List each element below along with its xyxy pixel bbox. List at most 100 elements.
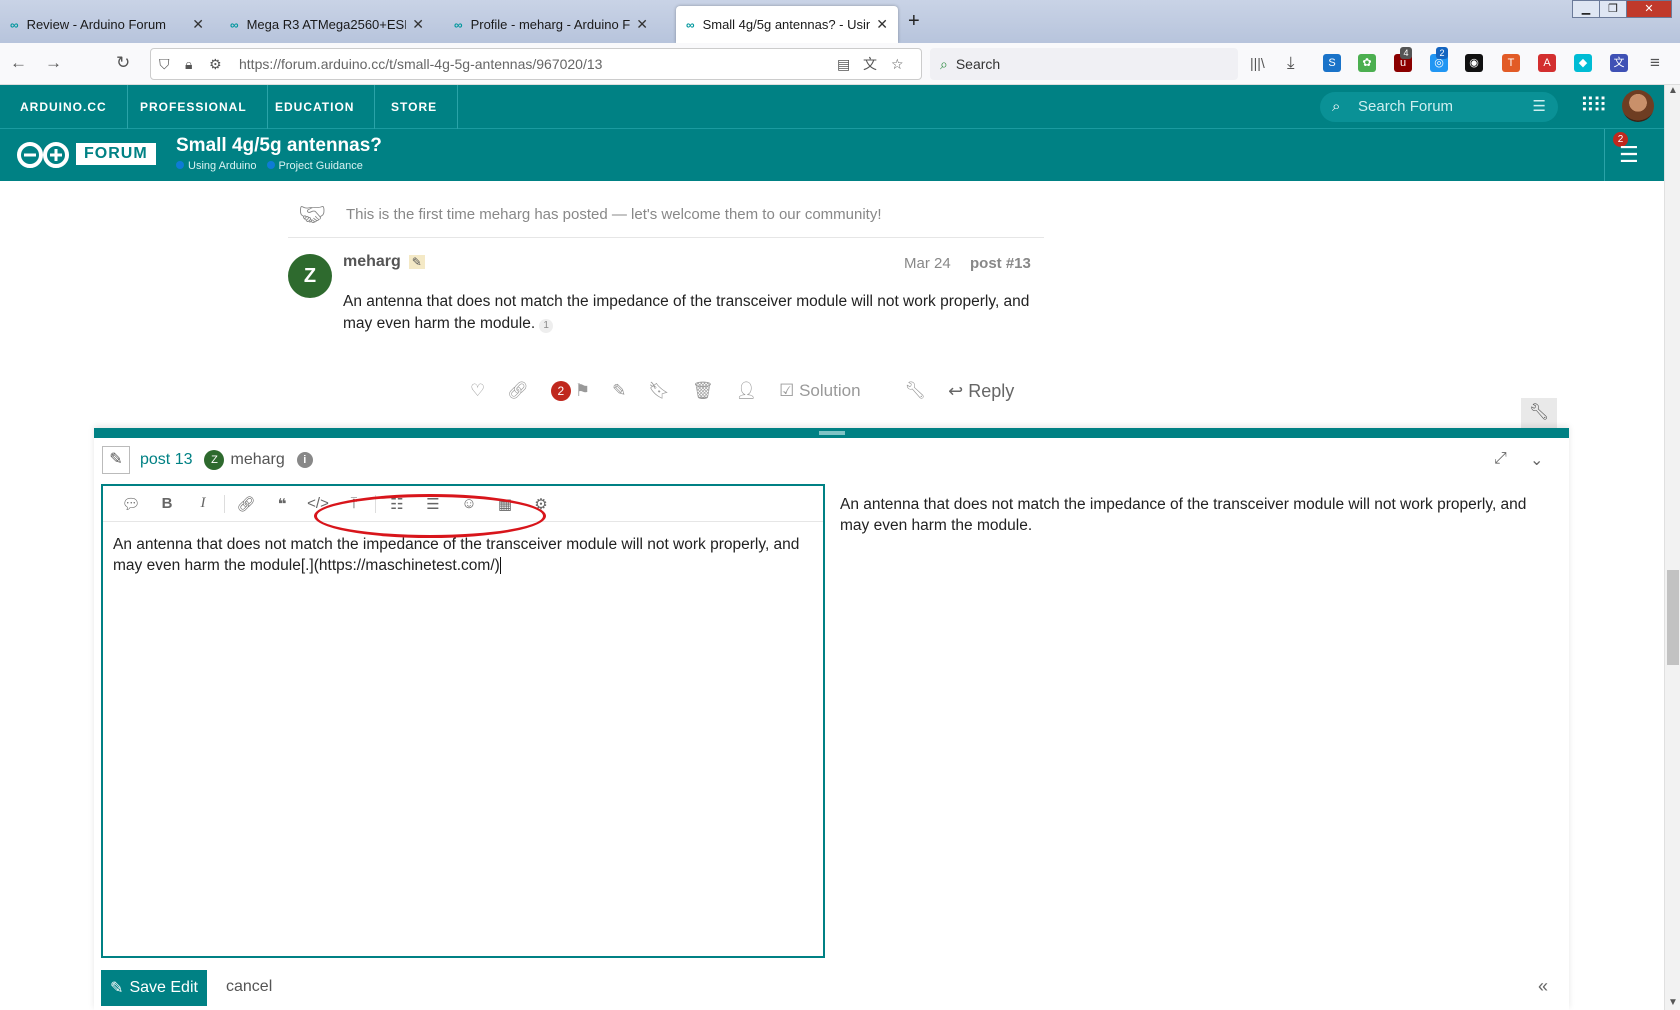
composer-username[interactable]: meharg	[230, 451, 284, 469]
arduino-top-bar: ARDUINO.CC PROFESSIONAL EDUCATION STORE …	[0, 85, 1664, 129]
filter-icon[interactable]: ☰	[1533, 92, 1546, 122]
black-extension-icon[interactable]: ◉	[1465, 54, 1483, 72]
post-date[interactable]: Mar 24	[904, 255, 951, 272]
close-icon[interactable]: ✕	[192, 16, 204, 33]
green-extension-icon[interactable]: ✿	[1358, 54, 1376, 72]
browser-tab[interactable]: ∞ Profile - meharg - Arduino Forum ✕	[444, 6, 658, 43]
flag-icon[interactable]: ⚑	[575, 381, 590, 401]
category-dot-icon	[176, 161, 184, 169]
close-icon[interactable]: ✕	[876, 16, 888, 33]
category-link[interactable]: Using Arduino	[176, 160, 257, 172]
close-icon[interactable]: ✕	[412, 16, 424, 33]
tab-title: Mega R3 ATMega2560+ESP8266	[246, 17, 407, 32]
save-edit-button[interactable]: ✎ Save Edit	[101, 970, 207, 1006]
browser-tab[interactable]: ∞ Review - Arduino Forum ✕	[0, 6, 214, 43]
header-divider	[1604, 129, 1605, 181]
reader-view-icon[interactable]: ▤	[837, 56, 850, 73]
back-icon[interactable]: ←	[10, 53, 27, 73]
restore-icon[interactable]: ❐	[1599, 0, 1627, 18]
info-icon[interactable]: i	[296, 452, 313, 468]
add-user-icon[interactable]: 👤︎	[736, 381, 758, 401]
subcategory-link[interactable]: Project Guidance	[266, 160, 363, 172]
pdf-extension-icon[interactable]: A	[1538, 54, 1556, 72]
library-icon[interactable]: |||\	[1250, 55, 1265, 71]
nav-education[interactable]: EDUCATION	[255, 85, 376, 129]
arduino-logo-icon[interactable]	[16, 141, 70, 169]
first-post-notice: 🤝︎ This is the first time meharg has pos…	[288, 192, 1044, 238]
arduino-favicon-icon: ∞	[454, 17, 463, 32]
url-bar[interactable]: ⛉ 🔒︎ ⚙ https://forum.arduino.cc/t/small-…	[150, 48, 922, 80]
translate-extension-icon[interactable]: 文	[1610, 54, 1628, 72]
permissions-icon[interactable]: ⚙	[209, 56, 222, 73]
tab-title: Review - Arduino Forum	[26, 17, 167, 32]
post-number[interactable]: post #13	[970, 255, 1031, 272]
bookmark-star-icon[interactable]: ☆	[891, 56, 904, 73]
lock-icon[interactable]: 🔒︎	[185, 56, 192, 73]
nav-professional[interactable]: PROFESSIONAL	[120, 85, 268, 129]
handshake-icon: 🤝︎	[298, 201, 326, 227]
skype-extension-icon[interactable]: S	[1323, 54, 1341, 72]
link-icon[interactable]: 🔗︎	[228, 495, 264, 513]
breadcrumb: Using Arduino Project Guidance	[176, 160, 363, 172]
nav-store[interactable]: STORE	[371, 85, 459, 129]
solution-button[interactable]: ☑ Solution	[779, 381, 882, 401]
delete-icon[interactable]: 🗑︎	[692, 381, 714, 401]
chevron-down-icon[interactable]: ⌄	[1530, 450, 1543, 470]
menu-icon[interactable]: ≡	[1650, 53, 1660, 73]
scroll-down-icon[interactable]: ▼	[1668, 997, 1678, 1008]
scroll-up-icon[interactable]: ▲	[1668, 85, 1678, 96]
translate-icon[interactable]: 文	[863, 54, 877, 74]
collapse-preview-icon[interactable]: «	[1538, 976, 1548, 997]
reply-button[interactable]: ↩ Reply	[948, 381, 1036, 402]
browser-tab[interactable]: ∞ Mega R3 ATMega2560+ESP8266 ✕	[220, 6, 434, 43]
topic-title[interactable]: Small 4g/5g antennas?	[176, 135, 382, 157]
like-icon[interactable]: ♡	[470, 381, 485, 401]
italic-icon[interactable]: I	[185, 495, 221, 512]
toolbar-separator	[224, 494, 225, 513]
scrollbar-thumb[interactable]	[1667, 570, 1679, 665]
admin-wrench-icon[interactable]: 🔧︎	[905, 381, 927, 401]
blockquote-icon[interactable]: ❝	[264, 495, 300, 513]
apps-grid-icon[interactable]: ⠿⠿	[1580, 93, 1607, 118]
extension-badge: 4	[1400, 47, 1412, 59]
post-author[interactable]: meharg ✎	[343, 253, 425, 271]
avatar[interactable]: Z	[288, 254, 332, 298]
search-placeholder: Search	[955, 56, 1001, 72]
user-avatar[interactable]	[1622, 90, 1654, 122]
bookmark-icon[interactable]: 🔖︎	[648, 381, 670, 401]
minimize-icon[interactable]: ▁	[1572, 0, 1600, 18]
page-scrollbar[interactable]: ▲ ▼	[1664, 85, 1680, 1010]
shield-icon[interactable]: ⛉	[159, 56, 170, 73]
composer-resize-grip[interactable]	[819, 431, 845, 435]
browser-search-box[interactable]: ⌕ Search	[930, 48, 1238, 80]
avatar[interactable]: Z	[204, 450, 225, 470]
search-icon: ⌕	[1332, 98, 1341, 115]
new-tab-button[interactable]: +	[908, 10, 920, 33]
bold-icon[interactable]: B	[149, 495, 185, 512]
reload-icon[interactable]: ↻	[116, 53, 130, 73]
search-icon: ⌕	[940, 55, 948, 72]
post-link[interactable]: post 13	[140, 451, 192, 469]
post-text: An antenna that does not match the imped…	[343, 293, 1030, 332]
forum-badge[interactable]: FORUM	[76, 143, 156, 165]
close-icon[interactable]: ✕	[636, 16, 648, 33]
browser-tab-strip: ∞ Review - Arduino Forum ✕ ∞ Mega R3 ATM…	[0, 0, 1680, 43]
admin-wrench-button[interactable]: 🔧︎	[1521, 398, 1557, 428]
cancel-link[interactable]: cancel	[226, 978, 272, 996]
edit-icon[interactable]: ✎	[612, 381, 626, 401]
orange-extension-icon[interactable]: T	[1502, 54, 1520, 72]
reference-count[interactable]: 1	[539, 319, 554, 333]
extension-badge: 2	[1436, 47, 1448, 59]
expand-icon[interactable]: ⤢	[1494, 450, 1507, 468]
quote-bubble-icon[interactable]: 💬︎	[113, 495, 149, 513]
browser-navbar: ← → ↻ ⛉ 🔒︎ ⚙ https://forum.arduino.cc/t/…	[0, 43, 1680, 85]
forward-icon[interactable]: →	[45, 53, 62, 73]
cyan-extension-icon[interactable]: ◆	[1574, 54, 1592, 72]
hamburger-menu-icon[interactable]: ☰	[1619, 142, 1639, 168]
nav-arduino-cc[interactable]: ARDUINO.CC	[0, 85, 128, 129]
download-icon[interactable]: ⤓	[1287, 53, 1295, 73]
forum-search-input[interactable]: ⌕ Search Forum ☰	[1320, 92, 1558, 122]
window-close-icon[interactable]: ✕	[1626, 0, 1672, 18]
link-icon[interactable]: 🔗︎	[507, 381, 529, 401]
browser-tab-active[interactable]: ∞ Small 4g/5g antennas? - Using Arduino …	[676, 6, 898, 43]
